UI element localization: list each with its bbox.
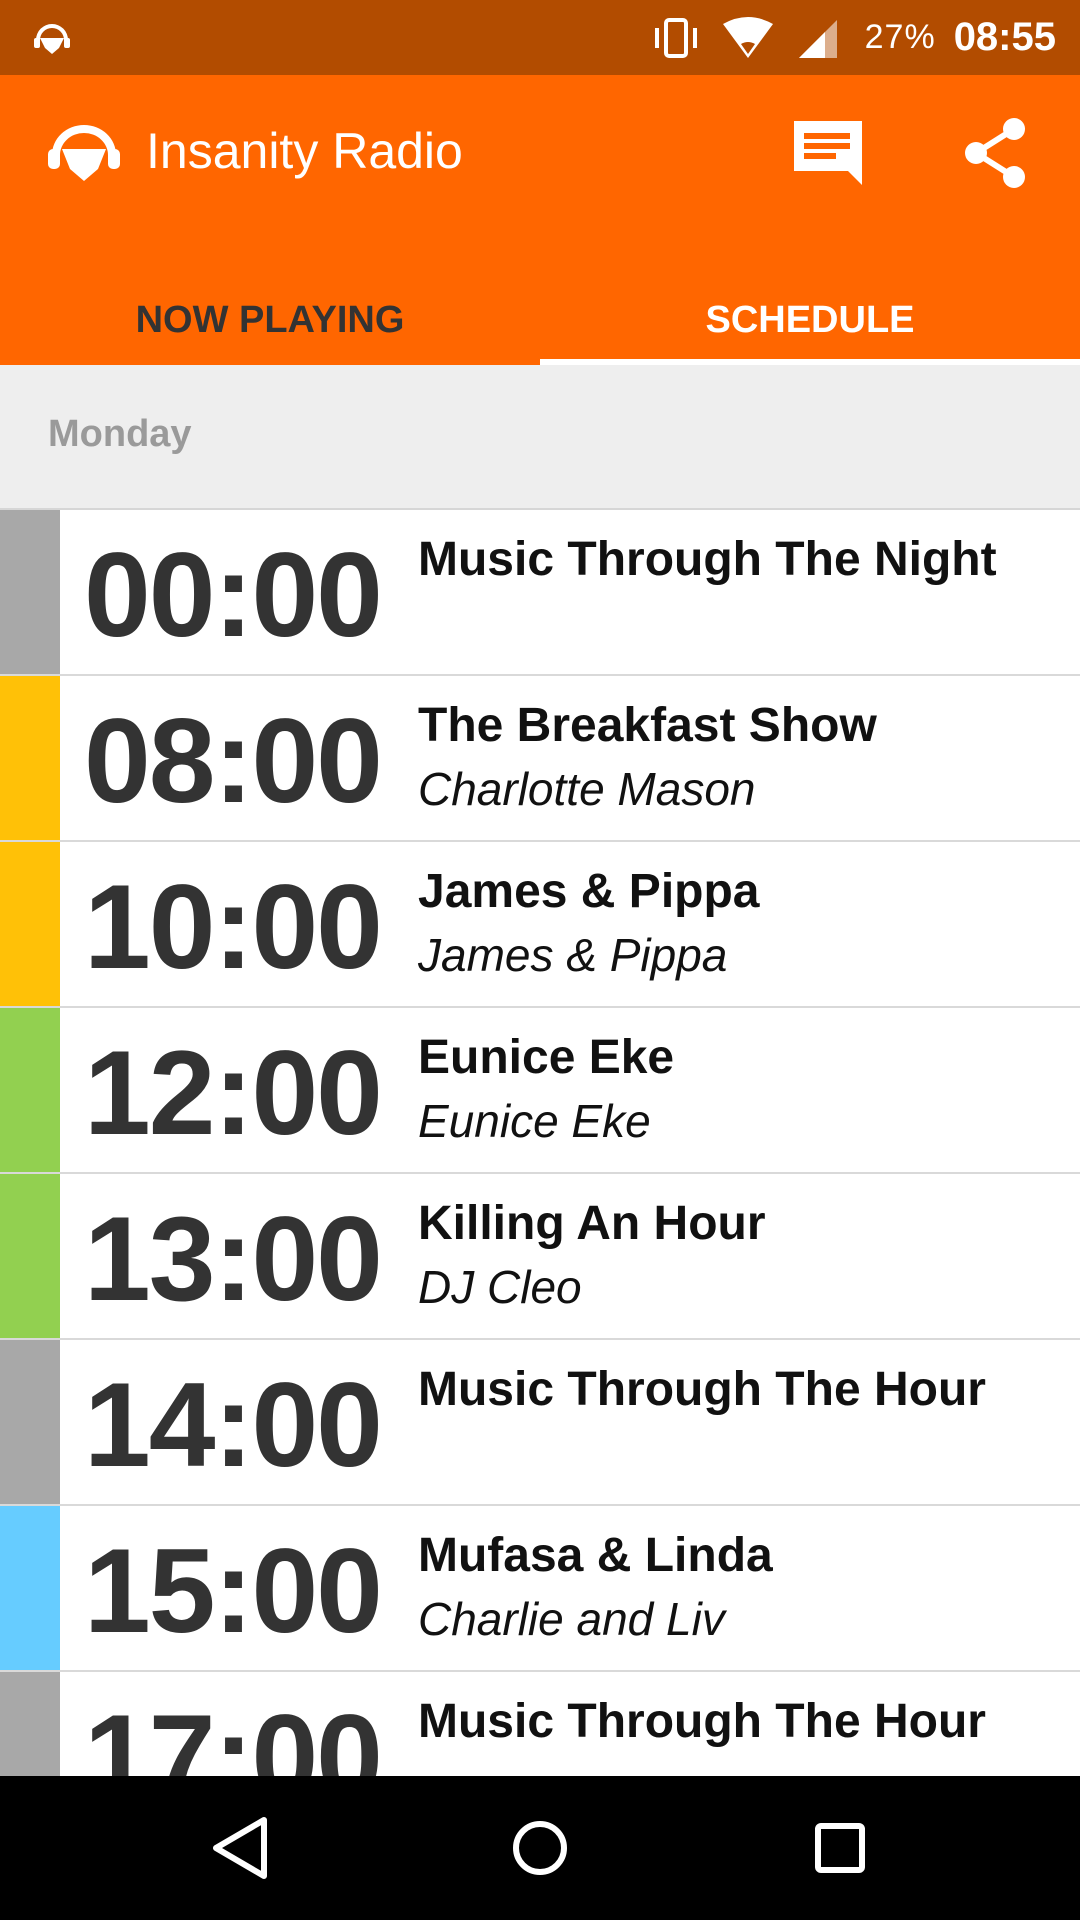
schedule-row-1200[interactable]: 12:00 Eunice Eke Eunice Eke [0, 1008, 1080, 1174]
show-time: 15:00 [84, 1524, 383, 1658]
recents-icon[interactable] [800, 1808, 880, 1888]
show-title: Killing An Hour [418, 1197, 766, 1250]
show-title: Music Through The Hour [418, 1695, 986, 1748]
genre-color-stripe [0, 1174, 60, 1338]
schedule-list[interactable]: 00:00 Music Through The Night 08:00 The … [0, 510, 1080, 1776]
schedule-row-1400[interactable]: 14:00 Music Through The Hour [0, 1340, 1080, 1506]
share-button[interactable] [948, 105, 1044, 201]
show-title: Eunice Eke [418, 1031, 675, 1084]
schedule-row-0800[interactable]: 08:00 The Breakfast Show Charlotte Mason [0, 676, 1080, 842]
home-icon[interactable] [500, 1808, 580, 1888]
schedule-row-1300[interactable]: 13:00 Killing An Hour DJ Cleo [0, 1174, 1080, 1340]
genre-color-stripe [0, 510, 60, 674]
show-time: 00:00 [84, 528, 383, 662]
chat-button[interactable] [780, 105, 876, 201]
show-time: 10:00 [84, 860, 383, 994]
clock: 08:55 [953, 15, 1056, 59]
share-icon [965, 118, 1025, 188]
show-host: Charlotte Mason [418, 763, 756, 815]
show-title: Music Through The Night [418, 533, 997, 586]
status-icons: 27% 08:55 [649, 0, 1056, 75]
back-icon[interactable] [200, 1808, 280, 1888]
tab-bar: NOW PLAYING SCHEDULE [0, 287, 1080, 365]
show-title: Mufasa & Linda [418, 1529, 773, 1582]
app-notification-icon [34, 24, 70, 54]
show-title: The Breakfast Show [418, 699, 877, 752]
show-host: James & Pippa [418, 929, 728, 981]
insanity-radio-logo-icon [48, 125, 120, 181]
day-header: Monday [0, 365, 1080, 510]
show-host: Eunice Eke [418, 1095, 651, 1147]
day-label: Monday [48, 413, 192, 455]
status-bar: 27% 08:55 [0, 0, 1080, 75]
schedule-row-1500[interactable]: 15:00 Mufasa & Linda Charlie and Liv [0, 1506, 1080, 1672]
show-host: DJ Cleo [418, 1261, 582, 1313]
show-title: James & Pippa [418, 865, 760, 918]
schedule-row-1700[interactable]: 17:00 Music Through The Hour [0, 1672, 1080, 1776]
genre-color-stripe [0, 842, 60, 1006]
vibrate-icon [654, 17, 697, 58]
show-time: 13:00 [84, 1192, 383, 1326]
wifi-icon [722, 16, 773, 58]
tab-now-playing[interactable]: NOW PLAYING [0, 287, 540, 365]
app-bar: Insanity Radio NOW PLAYING SCHEDULE [0, 75, 1080, 365]
navigation-bar [0, 1776, 1080, 1920]
genre-color-stripe [0, 1340, 60, 1504]
show-time: 17:00 [84, 1690, 383, 1776]
genre-color-stripe [0, 676, 60, 840]
show-title: Music Through The Hour [418, 1363, 986, 1416]
battery-percent: 27% [864, 18, 936, 56]
cell-signal-icon [798, 19, 837, 58]
chat-icon [794, 121, 862, 185]
tab-schedule[interactable]: SCHEDULE [540, 287, 1080, 365]
schedule-row-1000[interactable]: 10:00 James & Pippa James & Pippa [0, 842, 1080, 1008]
show-time: 08:00 [84, 694, 383, 828]
genre-color-stripe [0, 1672, 60, 1776]
show-time: 12:00 [84, 1026, 383, 1160]
genre-color-stripe [0, 1008, 60, 1172]
app-title: Insanity Radio [146, 123, 463, 179]
schedule-row-0000[interactable]: 00:00 Music Through The Night [0, 510, 1080, 676]
show-time: 14:00 [84, 1358, 383, 1492]
show-host: Charlie and Liv [418, 1593, 725, 1645]
genre-color-stripe [0, 1506, 60, 1670]
